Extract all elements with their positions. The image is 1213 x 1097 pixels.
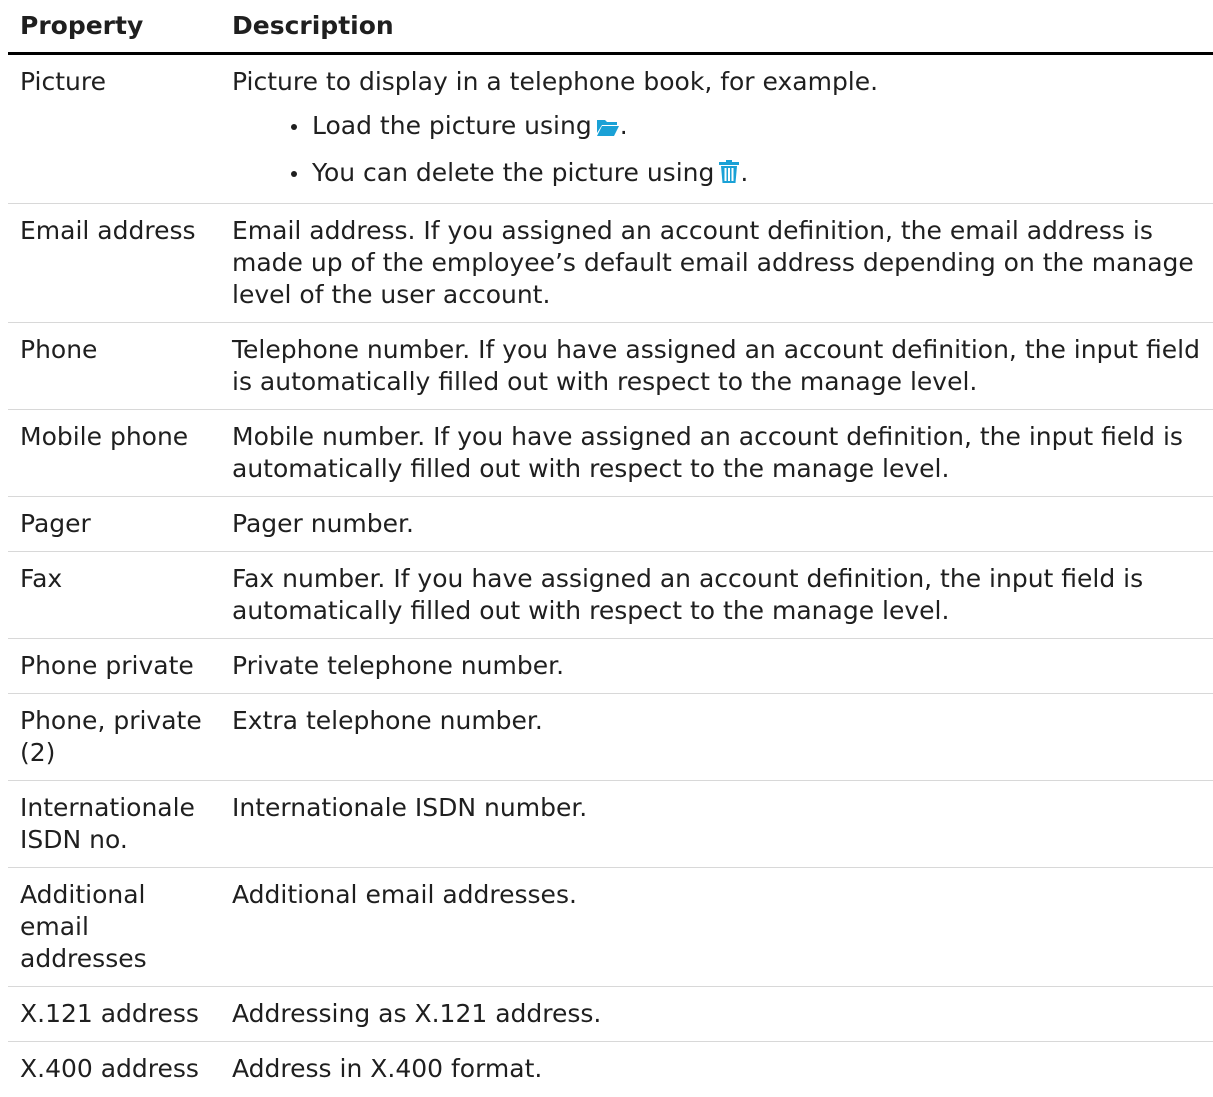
- description-cell: Mobile number. If you have assigned an a…: [220, 409, 1213, 497]
- list-item: Load the picture using.: [232, 110, 1209, 145]
- bullet-list: Load the picture using. You can delete t…: [232, 110, 1209, 192]
- table-row: Email address Email address. If you assi…: [8, 203, 1213, 323]
- description-cell: Private telephone number.: [220, 638, 1213, 694]
- header-description: Description: [220, 0, 1213, 55]
- description-text: Picture to display in a telephone book, …: [232, 67, 879, 96]
- header-property: Property: [8, 0, 220, 55]
- description-cell: Address in X.400 format.: [232, 1054, 543, 1083]
- properties-table: Property Description Picture Picture to …: [8, 0, 1213, 1096]
- table-row: Fax Fax number. If you have assigned an …: [8, 551, 1213, 639]
- table-row: Pager Pager number.: [8, 496, 1213, 552]
- table-row: X.121 address Addressing as X.121 addres…: [8, 986, 1213, 1042]
- bullet-dot: [291, 124, 297, 130]
- description-cell: Additional email addresses.: [220, 867, 1213, 987]
- table-header-row: Property Description: [8, 0, 1213, 55]
- description-cell: Internationale ISDN number.: [220, 780, 1213, 868]
- table-row: Mobile phone Mobile number. If you have …: [8, 409, 1213, 497]
- description-cell: Pager number.: [220, 496, 1213, 552]
- description-cell: Telephone number. If you have assigned a…: [220, 322, 1213, 410]
- description-cell: Email address. If you assigned an accoun…: [220, 203, 1213, 323]
- folder-open-icon: [596, 113, 620, 145]
- table-row: Phone private Private telephone number.: [8, 638, 1213, 694]
- bullet-dot: [291, 171, 297, 177]
- property-cell: Picture: [8, 53, 220, 204]
- description-cell: Fax number. If you have assigned an acco…: [220, 551, 1213, 639]
- bullet-suffix: .: [740, 158, 749, 187]
- description-cell: Addressing as X.121 address.: [220, 986, 1213, 1042]
- property-cell: Internationale ISDN no.: [8, 780, 220, 868]
- table-row: Phone, private (2) Extra telephone numbe…: [8, 693, 1213, 781]
- property-cell: Mobile phone: [8, 409, 220, 497]
- table-row: Additional email addresses Additional em…: [8, 867, 1213, 987]
- property-cell: X.400 address: [20, 1054, 199, 1083]
- property-cell: X.121 address: [8, 986, 220, 1042]
- list-item: You can delete the picture using.: [232, 157, 1209, 192]
- property-cell: Pager: [8, 496, 220, 552]
- bullet-suffix: .: [619, 111, 628, 140]
- property-cell: Phone private: [8, 638, 220, 694]
- description-cell: Extra telephone number.: [220, 693, 1213, 781]
- bullet-text: Load the picture using: [312, 111, 592, 140]
- property-cell: Fax: [8, 551, 220, 639]
- property-cell: Email address: [8, 203, 220, 323]
- description-cell: Picture to display in a telephone book, …: [220, 53, 1213, 204]
- trash-icon: [718, 160, 740, 192]
- property-cell: Phone: [8, 322, 220, 410]
- property-cell: Phone, private (2): [8, 693, 220, 781]
- property-cell: Additional email addresses: [8, 867, 220, 987]
- table-row: Internationale ISDN no. Internationale I…: [8, 780, 1213, 868]
- table-row: X.400 address Address in X.400 format.: [8, 1042, 1213, 1097]
- bullet-text: You can delete the picture using: [312, 158, 715, 187]
- table-row: Phone Telephone number. If you have assi…: [8, 322, 1213, 410]
- table-row: Picture Picture to display in a telephon…: [8, 53, 1213, 204]
